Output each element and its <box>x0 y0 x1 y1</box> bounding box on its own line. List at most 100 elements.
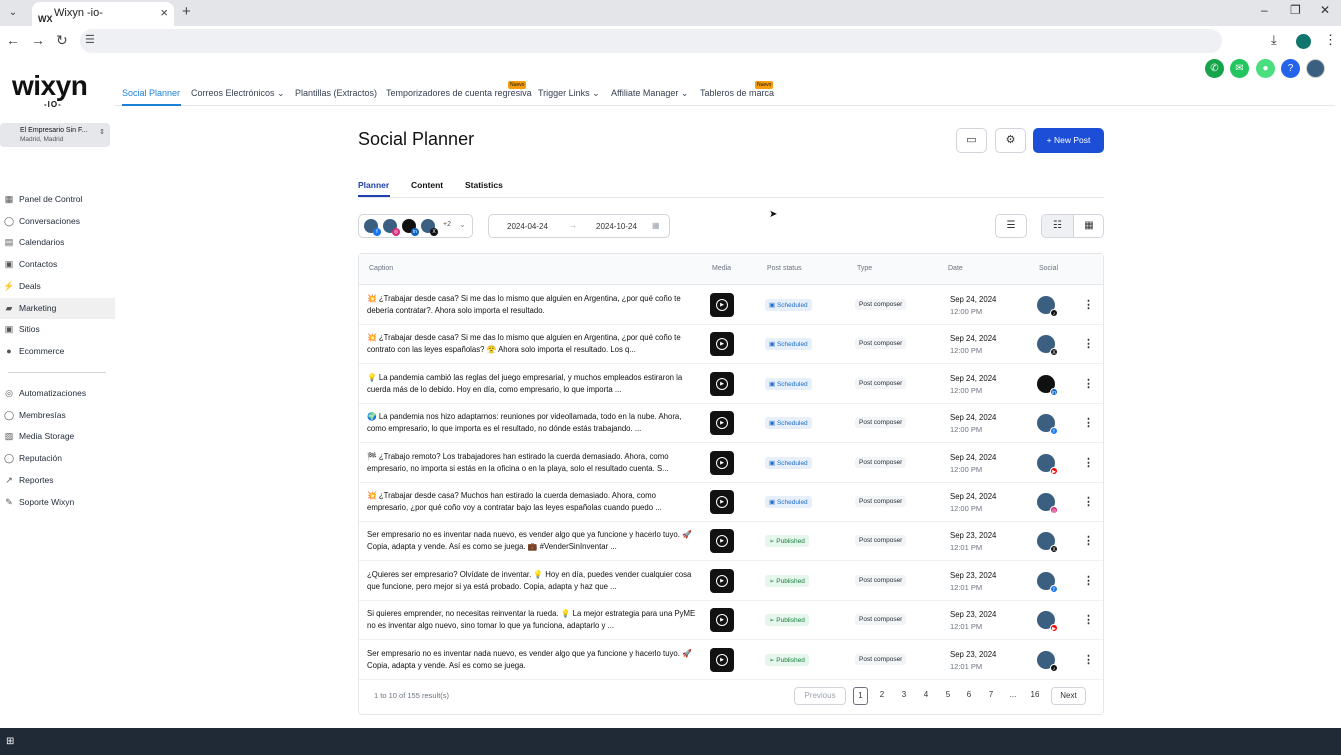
tab-search-icon[interactable]: ⌄ <box>4 4 22 22</box>
media-thumbnail[interactable]: ▶ <box>710 490 734 514</box>
filter-button[interactable]: ☰ <box>995 214 1027 238</box>
date-from[interactable]: 2024-04-24 <box>507 222 548 231</box>
date-to[interactable]: 2024-10-24 <box>596 222 637 231</box>
table-row[interactable]: 🌍 La pandemia nos hizo adaptarnos: reuni… <box>359 404 1103 444</box>
row-actions-icon[interactable]: ⋮ <box>1083 377 1094 390</box>
previous-page-button[interactable]: Previous <box>794 687 846 705</box>
minimize-button[interactable]: – <box>1261 3 1268 17</box>
page-4-button[interactable]: 4 <box>919 687 933 705</box>
media-thumbnail[interactable]: ▶ <box>710 371 734 396</box>
page-6-button[interactable]: 6 <box>962 687 976 705</box>
row-actions-icon[interactable]: ⋮ <box>1083 456 1094 469</box>
nav-social-planner[interactable]: Social Planner <box>122 88 180 98</box>
account-filter[interactable]: f ◎ in X +2 ⌄ <box>358 214 473 238</box>
page-16-button[interactable]: 16 <box>1026 687 1044 705</box>
row-actions-icon[interactable]: ⋮ <box>1083 534 1094 547</box>
nav-trigger-links[interactable]: Trigger Links ⌄ <box>538 88 600 99</box>
media-thumbnail[interactable]: ▶ <box>710 450 734 475</box>
post-caption[interactable]: Si quieres emprender, no necesitas reinv… <box>367 608 697 632</box>
tab-planner[interactable]: Planner <box>358 180 389 190</box>
page-5-button[interactable]: 5 <box>941 687 955 705</box>
new-post-button[interactable]: + New Post <box>1033 128 1104 153</box>
media-thumbnail[interactable]: ▶ <box>710 411 734 436</box>
close-tab-icon[interactable]: × <box>160 2 168 24</box>
post-caption[interactable]: 💥 ¿Trabajar desde casa? Si me das lo mis… <box>367 332 697 356</box>
tab-content[interactable]: Content <box>411 180 443 190</box>
post-caption[interactable]: Ser empresario no es inventar nada nuevo… <box>367 648 697 672</box>
account-switcher[interactable]: El Empresario Sin F... Madrid, Madrid ⇕ <box>0 123 110 147</box>
new-tab-button[interactable]: + <box>182 3 191 20</box>
table-row[interactable]: 💡 La pandemia cambió las reglas del jueg… <box>359 365 1103 404</box>
media-thumbnail[interactable]: ▶ <box>710 568 734 593</box>
calendar-view-icon[interactable]: ▦ <box>1073 215 1103 237</box>
post-caption[interactable]: 🌍 La pandemia nos hizo adaptarnos: reuni… <box>367 411 697 435</box>
reload-icon[interactable]: ↻ <box>56 32 68 49</box>
tab-statistics[interactable]: Statistics <box>465 180 503 190</box>
sidebar-item-reportes[interactable]: ↗ Reportes <box>0 470 115 491</box>
sidebar-item-calendarios[interactable]: ▤ Calendarios <box>0 232 115 253</box>
browser-profile-avatar[interactable] <box>1296 34 1311 49</box>
media-thumbnail[interactable]: ▶ <box>710 608 734 633</box>
sidebar-item-membresias[interactable]: ◯ Membresías <box>0 405 115 426</box>
forward-icon[interactable]: → <box>31 32 45 48</box>
list-view-icon[interactable]: ☷ <box>1042 215 1073 237</box>
table-row[interactable]: Ser empresario no es inventar nada nuevo… <box>359 641 1103 680</box>
close-window-button[interactable]: ✕ <box>1320 3 1330 17</box>
browser-menu-icon[interactable]: ⋮ <box>1324 32 1337 48</box>
restore-button[interactable]: ❐ <box>1290 3 1301 17</box>
user-avatar[interactable] <box>1306 59 1325 78</box>
post-caption[interactable]: ¿Quieres ser empresario? Olvídate de inv… <box>367 569 697 593</box>
sidebar-item-sitios[interactable]: ▣ Sitios <box>0 319 115 340</box>
sidebar-item-reputacion[interactable]: ◯ Reputación <box>0 448 115 469</box>
row-actions-icon[interactable]: ⋮ <box>1083 574 1094 587</box>
row-actions-icon[interactable]: ⋮ <box>1083 298 1094 311</box>
site-settings-icon[interactable]: ☰ <box>85 33 95 46</box>
media-thumbnail[interactable]: ▶ <box>710 647 734 672</box>
row-actions-icon[interactable]: ⋮ <box>1083 416 1094 429</box>
help-icon[interactable]: ? <box>1281 59 1300 78</box>
nav-tableros[interactable]: Tableros de marca <box>700 88 774 98</box>
bell-icon[interactable]: ● <box>1256 59 1275 78</box>
post-caption[interactable]: 💥 ¿Trabajar desde casa? Muchos han estir… <box>367 490 697 514</box>
sidebar-item-soporte[interactable]: ✎ Soporte Wixyn <box>0 492 115 513</box>
page-3-button[interactable]: 3 <box>897 687 911 705</box>
sidebar-item-automatizaciones[interactable]: ◎ Automatizaciones <box>0 383 115 404</box>
sidebar-item-ecommerce[interactable]: ● Ecommerce <box>0 341 115 362</box>
table-row[interactable]: ¿Quieres ser empresario? Olvídate de inv… <box>359 562 1103 601</box>
media-thumbnail[interactable]: ▶ <box>710 293 734 317</box>
feedback-button[interactable]: ▭ <box>956 128 987 153</box>
sidebar-item-conversaciones[interactable]: ◯ Conversaciones <box>0 211 115 232</box>
megaphone-icon[interactable]: ✉ <box>1230 59 1249 78</box>
post-caption[interactable]: Ser empresario no es inventar nada nuevo… <box>367 529 697 553</box>
row-actions-icon[interactable]: ⋮ <box>1083 613 1094 626</box>
table-row[interactable]: Si quieres emprender, no necesitas reinv… <box>359 601 1103 641</box>
phone-icon[interactable]: ✆ <box>1205 59 1224 78</box>
wixyn-logo[interactable]: wixyn <box>12 70 88 102</box>
page-7-button[interactable]: 7 <box>984 687 998 705</box>
table-row[interactable]: 🏁 ¿Trabajo remoto? Los trabajadores han … <box>359 444 1103 483</box>
sidebar-item-panel[interactable]: ▦ Panel de Control <box>0 189 115 210</box>
windows-start-icon[interactable]: ⊞ <box>6 736 17 747</box>
table-row[interactable]: 💥 ¿Trabajar desde casa? Muchos han estir… <box>359 483 1103 522</box>
browser-tab[interactable]: WX Wixyn -io- × <box>32 2 174 26</box>
sidebar-item-marketing[interactable]: ▰ Marketing <box>0 298 115 319</box>
table-row[interactable]: 💥 ¿Trabajar desde casa? Si me das lo mis… <box>359 286 1103 325</box>
download-icon[interactable]: ⤓ <box>1271 32 1277 48</box>
sidebar-item-deals[interactable]: ⚡ Deals <box>0 276 115 297</box>
nav-affiliate-manager[interactable]: Affiliate Manager ⌄ <box>611 88 688 99</box>
omnibox[interactable]: ☰ <box>80 29 1222 53</box>
page-1-button[interactable]: 1 <box>853 687 868 705</box>
page-2-button[interactable]: 2 <box>875 687 889 705</box>
table-row[interactable]: 💥 ¿Trabajar desde casa? Si me das lo mis… <box>359 325 1103 365</box>
back-icon[interactable]: ← <box>6 32 20 48</box>
post-caption[interactable]: 🏁 ¿Trabajo remoto? Los trabajadores han … <box>367 451 697 475</box>
post-caption[interactable]: 💡 La pandemia cambió las reglas del jueg… <box>367 372 697 396</box>
next-page-button[interactable]: Next <box>1051 687 1086 705</box>
sidebar-item-media-storage[interactable]: ▨ Media Storage <box>0 426 115 447</box>
nav-plantillas[interactable]: Plantillas (Extractos) <box>295 88 377 98</box>
nav-correos[interactable]: Correos Electrónicos ⌄ <box>191 88 285 99</box>
post-caption[interactable]: 💥 ¿Trabajar desde casa? Si me das lo mis… <box>367 293 697 317</box>
sidebar-item-contactos[interactable]: ▣ Contactos <box>0 254 115 275</box>
row-actions-icon[interactable]: ⋮ <box>1083 337 1094 350</box>
table-row[interactable]: Ser empresario no es inventar nada nuevo… <box>359 522 1103 562</box>
